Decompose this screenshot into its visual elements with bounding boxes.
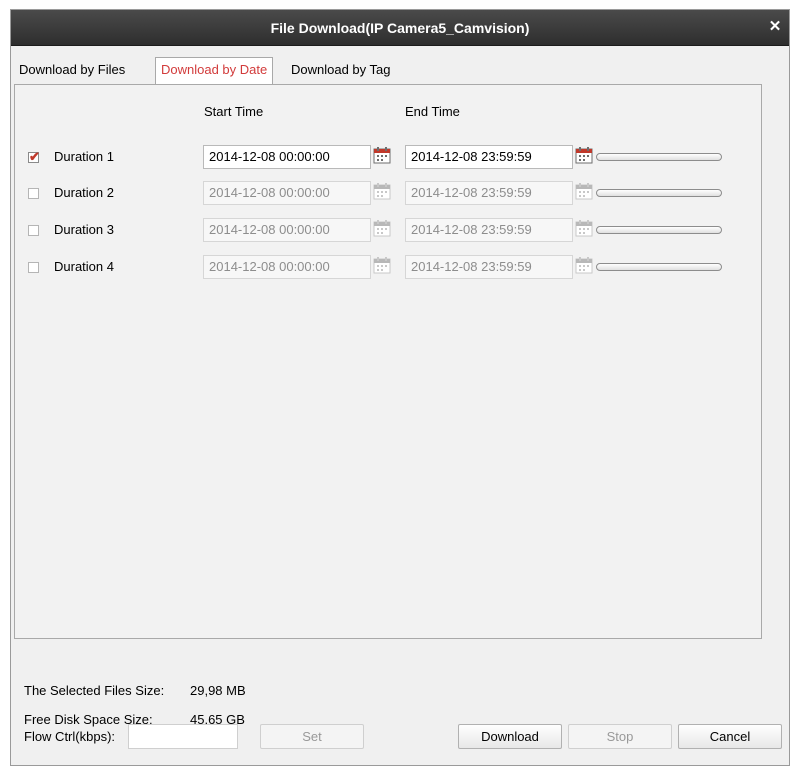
tab-panel [14, 84, 762, 639]
calendar-icon[interactable] [575, 219, 593, 237]
selected-size-label: The Selected Files Size: [24, 683, 165, 698]
flow-ctrl-input[interactable] [128, 724, 238, 749]
calendar-icon[interactable] [373, 182, 391, 200]
start-time-field[interactable]: 2014-12-08 00:00:00 [203, 255, 371, 279]
cancel-button[interactable]: Cancel [678, 724, 782, 749]
end-time-header: End Time [405, 104, 460, 119]
start-time-field[interactable]: 2014-12-08 00:00:00 [203, 218, 371, 242]
set-button[interactable]: Set [260, 724, 364, 749]
end-time-field[interactable]: 2014-12-08 23:59:59 [405, 145, 573, 169]
download-progress-bar [596, 153, 722, 161]
download-button[interactable]: Download [458, 724, 562, 749]
download-progress-bar [596, 263, 722, 271]
duration-checkbox[interactable] [28, 225, 39, 236]
start-time-field[interactable]: 2014-12-08 00:00:00 [203, 145, 371, 169]
end-time-field[interactable]: 2014-12-08 23:59:59 [405, 255, 573, 279]
flow-ctrl-label: Flow Ctrl(kbps): [24, 729, 116, 744]
start-time-field[interactable]: 2014-12-08 00:00:00 [203, 181, 371, 205]
duration-label: Duration 2 [54, 185, 114, 200]
download-progress-bar [596, 226, 722, 234]
end-time-field[interactable]: 2014-12-08 23:59:59 [405, 181, 573, 205]
tab-download-by-files[interactable]: Download by Files [14, 57, 130, 83]
download-progress-bar [596, 189, 722, 197]
duration-checkbox[interactable] [28, 262, 39, 273]
end-time-field[interactable]: 2014-12-08 23:59:59 [405, 218, 573, 242]
stop-button[interactable]: Stop [568, 724, 672, 749]
duration-label: Duration 3 [54, 222, 114, 237]
start-time-header: Start Time [204, 104, 264, 119]
window-title: File Download(IP Camera5_Camvision) [270, 20, 530, 36]
close-icon[interactable]: ✕ [765, 16, 785, 38]
tab-download-by-date[interactable]: Download by Date [155, 57, 274, 84]
checkmark-icon: ✔ [29, 149, 40, 164]
duration-checkbox[interactable] [28, 188, 39, 199]
duration-label: Duration 1 [54, 149, 114, 164]
calendar-icon[interactable] [575, 256, 593, 274]
duration-label: Duration 4 [54, 259, 114, 274]
calendar-icon[interactable] [373, 256, 391, 274]
calendar-icon[interactable] [373, 219, 391, 237]
title-bar: File Download(IP Camera5_Camvision) ✕ [11, 10, 789, 46]
calendar-icon[interactable] [575, 182, 593, 200]
tab-download-by-tag[interactable]: Download by Tag [286, 57, 396, 83]
calendar-icon[interactable] [575, 146, 593, 164]
selected-size-value: 29,98 MB [190, 683, 246, 698]
duration-checkbox[interactable]: ✔ [28, 149, 40, 164]
calendar-icon[interactable] [373, 146, 391, 164]
